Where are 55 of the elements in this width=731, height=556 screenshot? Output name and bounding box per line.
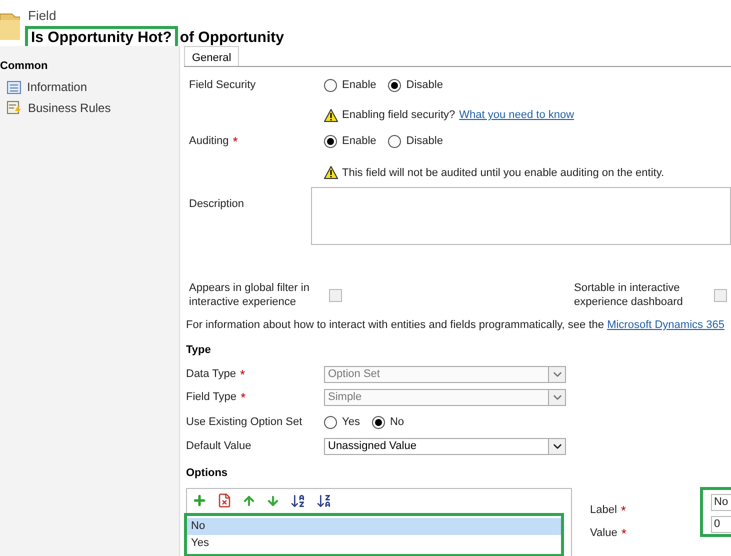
sort-ascending-icon[interactable] bbox=[290, 492, 306, 508]
radio-option[interactable]: Disable bbox=[388, 76, 443, 94]
warning-text: Enabling field security? bbox=[342, 108, 456, 123]
radio-option[interactable]: Yes bbox=[324, 414, 360, 430]
required-asterisk: * bbox=[240, 391, 246, 404]
dropdown-icon bbox=[548, 367, 565, 382]
field-label: Use Existing Option Set bbox=[186, 414, 304, 430]
radio-option[interactable]: No bbox=[372, 414, 404, 430]
select-field[interactable]: Unassigned Value bbox=[324, 438, 566, 455]
sort-descending-icon[interactable] bbox=[316, 492, 332, 508]
sidebar-item[interactable]: Business Rules bbox=[0, 100, 179, 116]
field-label: Default Value bbox=[186, 439, 252, 454]
required-asterisk: * bbox=[620, 504, 626, 516]
field-label: Field Security bbox=[189, 78, 257, 93]
checkbox[interactable] bbox=[329, 288, 342, 302]
required-asterisk: * bbox=[621, 526, 626, 540]
move-down-icon[interactable] bbox=[266, 494, 280, 508]
dropdown-icon bbox=[548, 439, 565, 454]
checkbox[interactable] bbox=[714, 288, 727, 302]
field-label: Description bbox=[189, 197, 246, 212]
field-label: Data Type * bbox=[186, 366, 246, 383]
info-paragraph: For information about how to interact with entities and fields programmatically, see the Microsoft Dynamics 365 bbox=[186, 318, 726, 333]
sidebar-item[interactable]: Information bbox=[0, 78, 179, 96]
input-field[interactable]: No bbox=[711, 494, 731, 510]
option-item[interactable]: No bbox=[187, 518, 561, 534]
section-heading: Type bbox=[186, 342, 212, 358]
warning-icon bbox=[324, 108, 338, 122]
warning-icon bbox=[324, 166, 338, 180]
help-link[interactable]: What you need to know bbox=[459, 107, 574, 124]
title-text: of Opportunity bbox=[180, 28, 284, 46]
tab[interactable]: General bbox=[184, 46, 240, 66]
radio-option[interactable]: Enable bbox=[324, 76, 376, 94]
radio-option[interactable]: Disable bbox=[388, 133, 443, 150]
rules-icon bbox=[7, 101, 22, 115]
required-asterisk: * bbox=[240, 368, 246, 381]
delete-icon[interactable] bbox=[217, 493, 232, 508]
breadcrumb-label: Field bbox=[28, 7, 58, 25]
form-icon bbox=[7, 80, 21, 94]
description-textarea[interactable] bbox=[311, 187, 731, 245]
warning-text: This field will not be audited until you enable auditing on the entity. bbox=[342, 166, 664, 180]
sidebar-heading: Common bbox=[0, 59, 49, 74]
field-label: Field Type * bbox=[186, 389, 247, 406]
section-heading: Options bbox=[186, 466, 229, 481]
radio-option[interactable]: Enable bbox=[324, 133, 376, 150]
field-label: Label * bbox=[590, 502, 627, 518]
field-label: Auditing * bbox=[189, 133, 239, 150]
field-label: Value * bbox=[590, 524, 628, 542]
dropdown-icon bbox=[548, 390, 565, 405]
required-asterisk: * bbox=[232, 135, 238, 148]
add-icon[interactable] bbox=[192, 493, 207, 508]
input-field[interactable]: 0 bbox=[711, 516, 731, 532]
checkbox-label: Appears in global filter in interactive experience bbox=[189, 281, 310, 309]
checkbox-label: Sortable in interactive experience dashboard bbox=[574, 281, 684, 309]
move-up-icon[interactable] bbox=[242, 494, 256, 508]
docs-link[interactable]: Microsoft Dynamics 365 bbox=[607, 319, 724, 331]
